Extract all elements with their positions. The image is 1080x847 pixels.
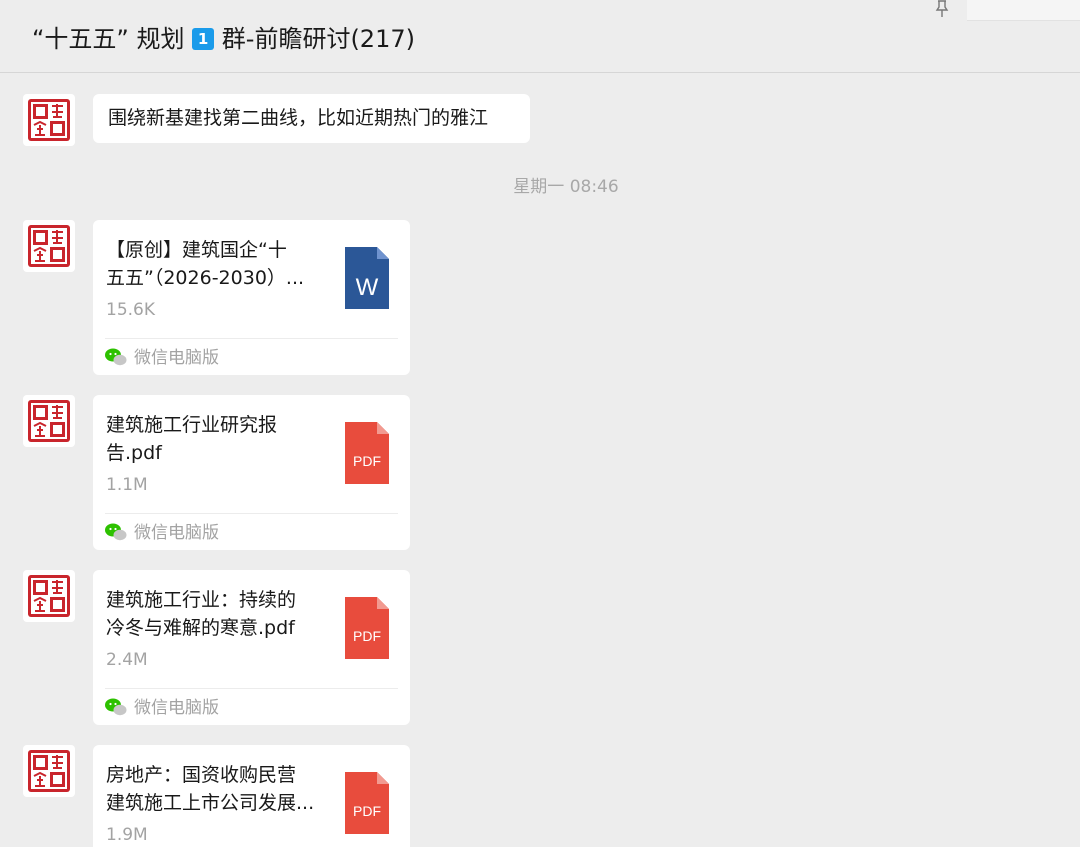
file-message-card[interactable]: 【原创】建筑国企“十 五五”（2026-2030）... 15.6K W 微信电… [93,220,410,375]
window-control-strip[interactable] [967,0,1080,21]
message-timestamp: 星期一 08:46 [513,177,619,197]
avatar[interactable] [23,94,75,146]
red-seal-avatar-icon [28,225,70,267]
file-size: 2.4M [106,650,148,670]
source-label: 微信电脑版 [134,698,219,718]
title-badge: 1 [192,28,215,50]
file-type-label: PDF [353,628,381,644]
file-type-label: PDF [353,803,381,819]
file-size: 1.1M [106,475,148,495]
file-type-label: W [356,274,379,301]
avatar[interactable] [23,220,75,272]
word-file-icon: W [345,247,389,309]
red-seal-avatar-icon [28,99,70,141]
pdf-file-icon: PDF [345,422,389,484]
wechat-logo-icon [105,523,127,541]
source-label: 微信电脑版 [134,523,219,543]
wechat-logo-icon [105,348,127,366]
avatar[interactable] [23,395,75,447]
file-name: 建筑施工行业：持续的 冷冬与难解的寒意.pdf [106,589,297,639]
avatar[interactable] [23,745,75,797]
red-seal-avatar-icon [28,750,70,792]
file-type-label: PDF [353,453,381,469]
red-seal-avatar-icon [28,575,70,617]
chat-title-prefix: “十五五” 规划 [32,25,185,53]
file-size: 15.6K [106,300,155,320]
file-size: 1.9M [106,825,148,845]
pin-icon[interactable] [932,0,952,18]
file-message-card[interactable]: 房地产：国资收购民营 建筑施工上市公司发展... 1.9M PDF [93,745,410,847]
chat-header: “十五五” 规划 1 群-前瞻研讨(217) [0,0,1080,73]
chat-title[interactable]: “十五五” 规划 1 群-前瞻研讨(217) [32,22,415,56]
card-divider [105,338,398,339]
wechat-logo-icon [105,698,127,716]
pdf-file-icon: PDF [345,772,389,834]
file-message-card[interactable]: 建筑施工行业：持续的 冷冬与难解的寒意.pdf 2.4M PDF 微信电脑版 [93,570,410,725]
file-name: 【原创】建筑国企“十 五五”（2026-2030）... [106,239,305,289]
file-message-card[interactable]: 建筑施工行业研究报 告.pdf 1.1M PDF 微信电脑版 [93,395,410,550]
file-name: 房地产：国资收购民营 建筑施工上市公司发展... [106,764,315,814]
card-divider [105,513,398,514]
red-seal-avatar-icon [28,400,70,442]
source-label: 微信电脑版 [134,348,219,368]
chat-title-suffix: 群-前瞻研讨(217) [221,25,415,53]
message-text: 围绕新基建找第二曲线，比如近期热门的雅江 [108,107,489,129]
avatar[interactable] [23,570,75,622]
pdf-file-icon: PDF [345,597,389,659]
file-name: 建筑施工行业研究报 告.pdf [106,414,278,464]
text-message-bubble[interactable]: 围绕新基建找第二曲线，比如近期热门的雅江 [93,94,530,143]
card-divider [105,688,398,689]
